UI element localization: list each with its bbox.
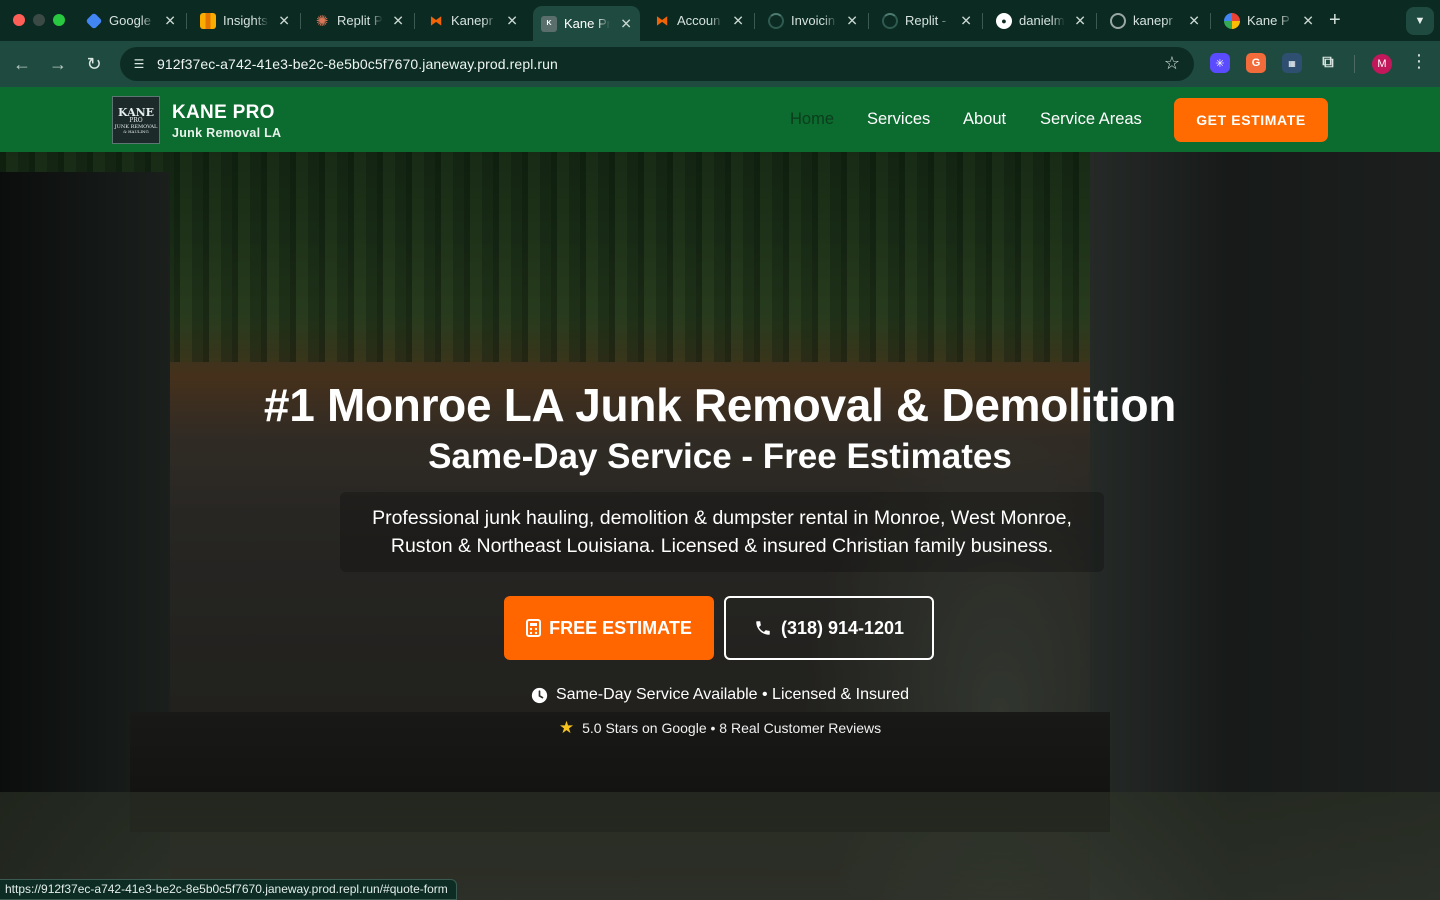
tab-title: Kane P bbox=[1247, 13, 1290, 28]
arrow-left-icon: ← bbox=[13, 53, 31, 74]
kane-pro-logo[interactable]: KANE PRO JUNK REMOVAL & HAULING bbox=[112, 96, 160, 144]
close-icon[interactable]: ✕ bbox=[960, 12, 972, 29]
browser-toolbar: ← → ↻ ☰ 912f37ec-a742-41e3-be2c-8e5b0c5f… bbox=[0, 41, 1440, 87]
hero-subtitle: Same-Day Service - Free Estimates bbox=[428, 437, 1012, 476]
tab-title: Insights bbox=[223, 13, 268, 28]
call-phone-button[interactable]: (318) 914-1201 bbox=[724, 596, 934, 660]
browser-tab[interactable]: ✺ Replit P ✕ bbox=[306, 6, 412, 35]
close-icon[interactable]: ✕ bbox=[620, 15, 632, 32]
globe-icon bbox=[1110, 12, 1126, 29]
grammarly-extension-icon[interactable]: G bbox=[1246, 53, 1266, 73]
browser-tab[interactable]: Kane P ✕ bbox=[1216, 6, 1322, 35]
close-icon[interactable]: ✕ bbox=[1074, 12, 1086, 29]
close-icon[interactable]: ✕ bbox=[164, 12, 176, 29]
clock-icon bbox=[531, 687, 548, 704]
github-icon: ● bbox=[996, 12, 1012, 29]
link-status-bar: https://912f37ec-a742-41e3-be2c-8e5b0c5f… bbox=[0, 879, 457, 900]
tab-title: kanepr bbox=[1133, 13, 1173, 28]
hero-section: #1 Monroe LA Junk Removal & Demolition S… bbox=[0, 152, 1440, 900]
reload-button[interactable]: ↻ bbox=[82, 52, 106, 76]
close-icon[interactable]: ✕ bbox=[1302, 12, 1314, 29]
loading-icon bbox=[882, 12, 898, 29]
free-estimate-label: FREE ESTIMATE bbox=[549, 617, 692, 638]
get-estimate-button[interactable]: GET ESTIMATE bbox=[1174, 98, 1328, 142]
free-estimate-button[interactable]: FREE ESTIMATE bbox=[504, 596, 714, 660]
tab-title: Replit P bbox=[337, 13, 383, 28]
tab-search-button[interactable]: ▼ bbox=[1406, 7, 1434, 35]
browser-menu-icon[interactable]: ⋮ bbox=[1410, 51, 1428, 72]
browser-tab-active[interactable]: K Kane Pr ✕ bbox=[533, 6, 640, 41]
browser-tab[interactable]: ⧓ Kanepr ✕ bbox=[420, 6, 526, 35]
nav-about[interactable]: About bbox=[963, 110, 1006, 129]
tab-title: Replit - bbox=[905, 13, 947, 28]
extension-icon[interactable]: ▦ bbox=[1282, 53, 1302, 73]
maximize-window-button[interactable] bbox=[53, 14, 65, 26]
phone-number: (318) 914-1201 bbox=[780, 617, 905, 638]
google-icon bbox=[1224, 12, 1240, 29]
browser-tab-strip: Google ✕ Insights ✕ ✺ Replit P ✕ ⧓ Kanep… bbox=[0, 0, 1440, 41]
site-settings-icon[interactable]: ☰ bbox=[129, 54, 149, 74]
extension-icon[interactable]: ✳ bbox=[1210, 53, 1230, 73]
logo-text-kane: KANE bbox=[117, 105, 155, 119]
browser-tab[interactable]: ● danielm ✕ bbox=[988, 6, 1094, 35]
site-header: KANE PRO JUNK REMOVAL & HAULING KANE PRO… bbox=[0, 87, 1440, 152]
close-icon[interactable]: ✕ bbox=[732, 12, 744, 29]
google-rating: ★ 5.0 Stars on Google • 8 Real Customer … bbox=[0, 718, 1440, 738]
browser-tab[interactable]: ⧓ Accoun ✕ bbox=[646, 6, 752, 35]
profile-avatar[interactable]: M bbox=[1372, 54, 1392, 74]
tab-title: Invoicin bbox=[791, 13, 836, 28]
analytics-icon bbox=[200, 12, 216, 29]
nav-home[interactable]: Home bbox=[790, 110, 834, 129]
forward-button[interactable]: → bbox=[46, 52, 70, 76]
tab-title: Kane Pr bbox=[564, 16, 610, 31]
chevron-down-icon: ▼ bbox=[1414, 15, 1426, 27]
minimize-window-button[interactable] bbox=[33, 14, 45, 26]
google-ads-icon bbox=[85, 12, 103, 29]
browser-tab[interactable]: Invoicin ✕ bbox=[760, 6, 866, 35]
replit-icon: ⧓ bbox=[655, 12, 669, 28]
close-window-button[interactable] bbox=[13, 14, 25, 26]
browser-tab[interactable]: Insights ✕ bbox=[192, 6, 298, 35]
url-text[interactable]: 912f37ec-a742-41e3-be2c-8e5b0c5f7670.jan… bbox=[157, 56, 558, 72]
tab-title: Accoun bbox=[677, 13, 721, 28]
address-bar[interactable]: ☰ 912f37ec-a742-41e3-be2c-8e5b0c5f7670.j… bbox=[120, 47, 1194, 81]
logo-text-pro: PRO bbox=[129, 116, 143, 124]
hero-title: #1 Monroe LA Junk Removal & Demolition bbox=[263, 379, 1177, 431]
brand-tagline: Junk Removal LA bbox=[172, 126, 282, 140]
kane-pro-icon: K bbox=[541, 15, 557, 32]
browser-tab[interactable]: kanepr ✕ bbox=[1102, 6, 1208, 35]
close-icon[interactable]: ✕ bbox=[278, 12, 290, 29]
rating-text: 5.0 Stars on Google • 8 Real Customer Re… bbox=[582, 720, 882, 736]
badges-text: Same-Day Service Available • Licensed & … bbox=[555, 686, 910, 703]
nav-services[interactable]: Services bbox=[867, 110, 930, 129]
nav-service-areas[interactable]: Service Areas bbox=[1040, 110, 1142, 129]
star-icon: ★ bbox=[558, 718, 575, 737]
new-tab-button[interactable]: + bbox=[1329, 9, 1341, 31]
close-icon[interactable]: ✕ bbox=[846, 12, 858, 29]
browser-tab[interactable]: Replit - ✕ bbox=[874, 6, 980, 35]
replit-icon: ⧓ bbox=[429, 12, 443, 28]
extensions-puzzle-icon[interactable]: ⧉ bbox=[1318, 53, 1338, 73]
tab-title: Kanepr bbox=[451, 13, 493, 28]
logo-text-hauling: & HAULING bbox=[123, 128, 149, 134]
service-badges: Same-Day Service Available • Licensed & … bbox=[0, 686, 1440, 704]
loading-icon bbox=[768, 12, 784, 29]
reload-icon: ↻ bbox=[86, 53, 102, 74]
claude-icon: ✺ bbox=[315, 12, 329, 30]
close-icon[interactable]: ✕ bbox=[1188, 12, 1200, 29]
hero-description: Professional junk hauling, demolition & … bbox=[372, 507, 1072, 557]
tab-title: danielm bbox=[1019, 13, 1065, 28]
close-icon[interactable]: ✕ bbox=[506, 12, 518, 29]
back-button[interactable]: ← bbox=[10, 52, 34, 76]
bookmark-star-icon[interactable]: ☆ bbox=[1164, 53, 1180, 74]
close-icon[interactable]: ✕ bbox=[392, 12, 404, 29]
arrow-right-icon: → bbox=[49, 53, 67, 74]
tab-title: Google bbox=[109, 13, 151, 28]
brand-name[interactable]: KANE PRO bbox=[172, 102, 275, 124]
calculator-icon bbox=[526, 619, 542, 637]
phone-icon bbox=[754, 619, 772, 637]
browser-tab[interactable]: Google ✕ bbox=[78, 6, 184, 35]
